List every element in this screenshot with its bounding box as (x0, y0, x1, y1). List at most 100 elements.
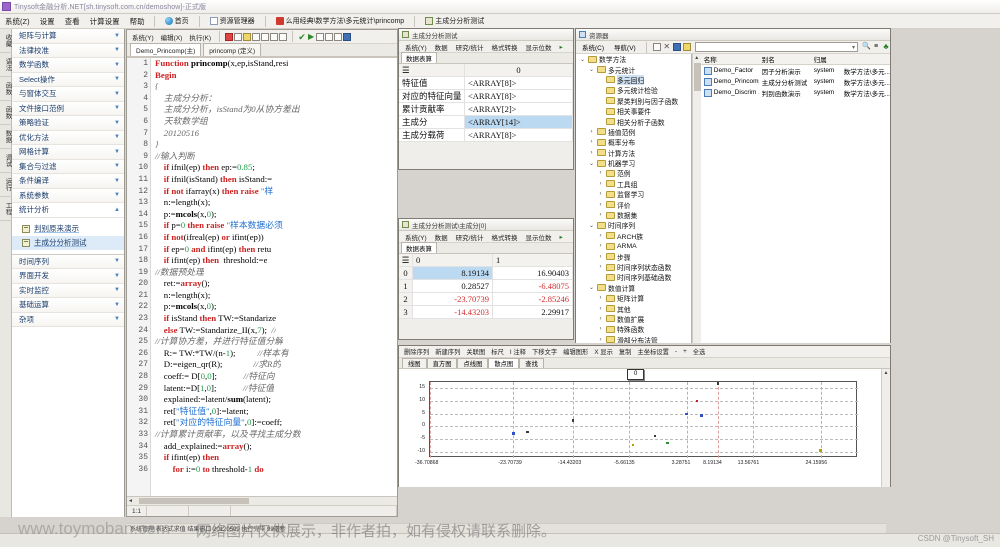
tree-node-12[interactable]: › 工具组 (576, 179, 691, 189)
line-text[interactable]: p:=mcols(x,0); (151, 209, 217, 221)
table-row[interactable]: Demo_Princomp 主成分分析测试 system 数学方法\多元... (701, 76, 890, 87)
chart-type-tabs[interactable]: 线图 直方图 点线图 散点图 查找 (399, 358, 890, 369)
sidebar-group-101[interactable]: 界面开发 ▼ (12, 269, 124, 284)
line-text[interactable]: else TW:=Standarize_II(x,7); // (151, 325, 276, 337)
resource-col-header-1[interactable]: 别名 (759, 54, 811, 64)
copy-icon[interactable] (279, 32, 288, 41)
tree-node-8[interactable]: › 概率分布 (576, 137, 691, 147)
resource-col-header-0[interactable]: 名称 (701, 54, 759, 64)
code-line[interactable]: 2 Begin (127, 70, 397, 82)
line-text[interactable]: Function princomp(x,ep,isStand,resi (151, 58, 288, 70)
menu-overflow-icon[interactable]: ▸ (555, 43, 566, 51)
chevron-down-icon[interactable]: ▼ (114, 287, 120, 293)
line-text[interactable]: if ep=0 and ifint(ep) then retu (151, 244, 271, 256)
tree-node-15[interactable]: › 数据集 (576, 210, 691, 220)
code-line[interactable]: 16 if not(ifreal(ep) or ifint(ep)) (127, 232, 397, 244)
vstrip-tab-5[interactable]: 调试 (0, 149, 12, 173)
table-row[interactable]: Demo_Factor 因子分析演示 system 数学方法\多元... (701, 65, 890, 76)
line-text[interactable]: 20120516 (151, 128, 199, 140)
result-window-2-grid[interactable]: ☰ 0 1 0 8.19134 16.90403 1 0.28527 -6.48075 2 -23.… (399, 254, 573, 319)
line-text[interactable]: if not ifarray(x) then raise "样 (151, 186, 273, 198)
line-text[interactable]: ret["特征值",0]:=latent; (151, 406, 249, 418)
tree-node-3[interactable]: 多元统计检验 (576, 85, 691, 95)
tree-node-24[interactable]: › 其他 (576, 303, 691, 314)
resource-cell-path[interactable]: 数学方法\多元... (841, 77, 890, 87)
result-window-1-grid[interactable]: ☰ 0 特征值 <ARRAY[8]> 对应的特征向量 <ARRAY[8]> 累计贡献率 <AR… (399, 64, 573, 142)
chevron-down-icon[interactable]: ▼ (114, 62, 120, 68)
sidebar-group-100[interactable]: 时间序列 ▼ (12, 254, 124, 269)
table-row[interactable]: 对应的特征向量 <ARRAY[8]> (399, 90, 573, 103)
resource-cell-alias[interactable]: 主成分分析测试 (759, 77, 811, 87)
chevron-right-icon[interactable]: › (588, 139, 595, 145)
line-text[interactable]: coeff:= D[0,0]; //特征向 (151, 371, 275, 383)
chart-tab-0[interactable]: 线图 (402, 358, 427, 368)
code-line[interactable]: 36 for i:=0 to threshold-1 do (127, 464, 397, 476)
table-row[interactable]: Demo_Discrim ... 判别函数演示 system 数学方法\多元... (701, 87, 890, 98)
chart-tool-9[interactable]: 主坐标设置 (634, 347, 671, 356)
sidebar-group-12[interactable]: 统计分析 ▲ (12, 203, 124, 218)
resource-cell-name[interactable]: Demo_Factor (701, 66, 759, 75)
code-line[interactable]: 31 ret["特征值",0]:=latent; (127, 406, 397, 418)
tab-princomp-path[interactable]: 么用经典\数学方法\多元统计\princomp (270, 15, 411, 28)
cell-col-1[interactable]: -6.48075 (493, 280, 573, 292)
vstrip-tab-6[interactable]: 运行 (0, 173, 12, 197)
chart-tool-4[interactable]: I 注释 (507, 347, 529, 356)
sidebar-group-6[interactable]: 策略验证 ▼ (12, 116, 124, 131)
vstrip-tab-0[interactable]: 收藏 (0, 29, 12, 53)
chevron-down-icon[interactable]: ▼ (114, 76, 120, 82)
sidebar-group-2[interactable]: 数学函数 ▼ (12, 58, 124, 73)
menu-overflow-icon[interactable]: ▸ (555, 233, 566, 241)
code-line[interactable]: 13 n:=length(x); (127, 197, 397, 209)
row-value[interactable]: <ARRAY[8]> (465, 77, 573, 89)
line-text[interactable]: p:=mcols(x,0); (151, 301, 217, 313)
code-tab-demo-princomp[interactable]: Demo_Princomp(主) (130, 43, 202, 56)
tree-node-0[interactable]: ⌄ 数学方法 (576, 54, 691, 64)
tree-node-6[interactable]: 相关分析子函数 (576, 116, 691, 127)
table-row[interactable]: 主成分 <ARRAY[14]> (399, 116, 573, 129)
code-tab-princomp-def[interactable]: princomp (定义) (203, 43, 262, 56)
menu-system[interactable]: 系统(Z) (0, 14, 35, 29)
chevron-down-icon[interactable]: ▼ (114, 178, 120, 184)
row-value[interactable]: <ARRAY[2]> (465, 103, 573, 115)
vstrip-tab-4[interactable]: 数据 (0, 125, 12, 149)
new-doc-icon[interactable] (234, 32, 243, 41)
chevron-right-icon[interactable]: › (597, 243, 604, 249)
sidebar-group-10[interactable]: 条件编译 ▼ (12, 174, 124, 189)
code-line[interactable]: 5 主成分分析，isStand为0从协方差出 (127, 104, 397, 116)
chevron-right-icon[interactable]: › (597, 254, 604, 260)
check-icon[interactable]: ✔ (298, 32, 306, 41)
vertical-tab-strip[interactable]: 收藏 语法 函数 函数 数据 调试 运行 工程 (0, 29, 12, 517)
result1-menu-2[interactable]: 研究/统计 (452, 42, 488, 52)
chevron-right-icon[interactable]: › (597, 202, 604, 208)
sidebar-group-8[interactable]: 网格计算 ▼ (12, 145, 124, 160)
line-text[interactable]: ret:=array(); (151, 278, 210, 290)
tree-node-2[interactable]: 多元回归 (576, 74, 691, 85)
stop-icon[interactable] (334, 32, 343, 41)
result2-menu-3[interactable]: 格式转换 (487, 232, 521, 242)
chart-plot-container[interactable]: 0 15 10 5 0 -5 -10 -36.70868 -23.70739 -14.43203… (399, 369, 890, 487)
line-text[interactable]: //计算协方差，并进行特征值分解 (151, 336, 283, 348)
menu-settings[interactable]: 设置 (35, 14, 60, 29)
search-input[interactable]: ▾ (694, 42, 858, 52)
sidebar-group-5[interactable]: 文件接口范例 ▼ (12, 101, 124, 116)
sidebar-group-102[interactable]: 实时监控 ▼ (12, 283, 124, 298)
chart-tool-10[interactable]: - (672, 348, 680, 355)
settings-icon[interactable] (343, 32, 352, 41)
chart-tool-3[interactable]: 标尺 (488, 347, 507, 356)
line-text[interactable]: if ifint(ep) then (151, 452, 219, 464)
result-window-1-title-bar[interactable]: 主成分分析测试 (399, 29, 573, 41)
resource-toolbar[interactable]: 系统(C) 导航(V) ✕ ▾ 🔍 ≡ ♣ (576, 41, 890, 54)
line-text[interactable]: for i:=0 to threshold-1 do (151, 464, 264, 476)
result2-menu-0[interactable]: 系统(Y) (401, 232, 431, 242)
code-line[interactable]: 29 latent:=D[1,0]; //特征值 (127, 383, 397, 395)
vstrip-tab-1[interactable]: 语法 (0, 53, 12, 77)
line-text[interactable]: if ifnil(isStand) then isStand:= (151, 174, 272, 186)
tree-node-14[interactable]: › 评价 (576, 199, 691, 210)
code-line[interactable]: 6 天软数学组 (127, 116, 397, 128)
sidebar-group-0[interactable]: 矩阵与计算 ▼ (12, 29, 124, 44)
chevron-right-icon[interactable]: › (597, 295, 604, 301)
sidebar-group-104[interactable]: 杂项 ▼ (12, 312, 124, 327)
code-editor-toolbar[interactable]: 系统(Y) 编辑(X) 执行(K) ✔ ▶ (127, 30, 397, 44)
line-text[interactable]: //输入判断 (151, 151, 195, 163)
data-point-0[interactable] (512, 432, 515, 435)
